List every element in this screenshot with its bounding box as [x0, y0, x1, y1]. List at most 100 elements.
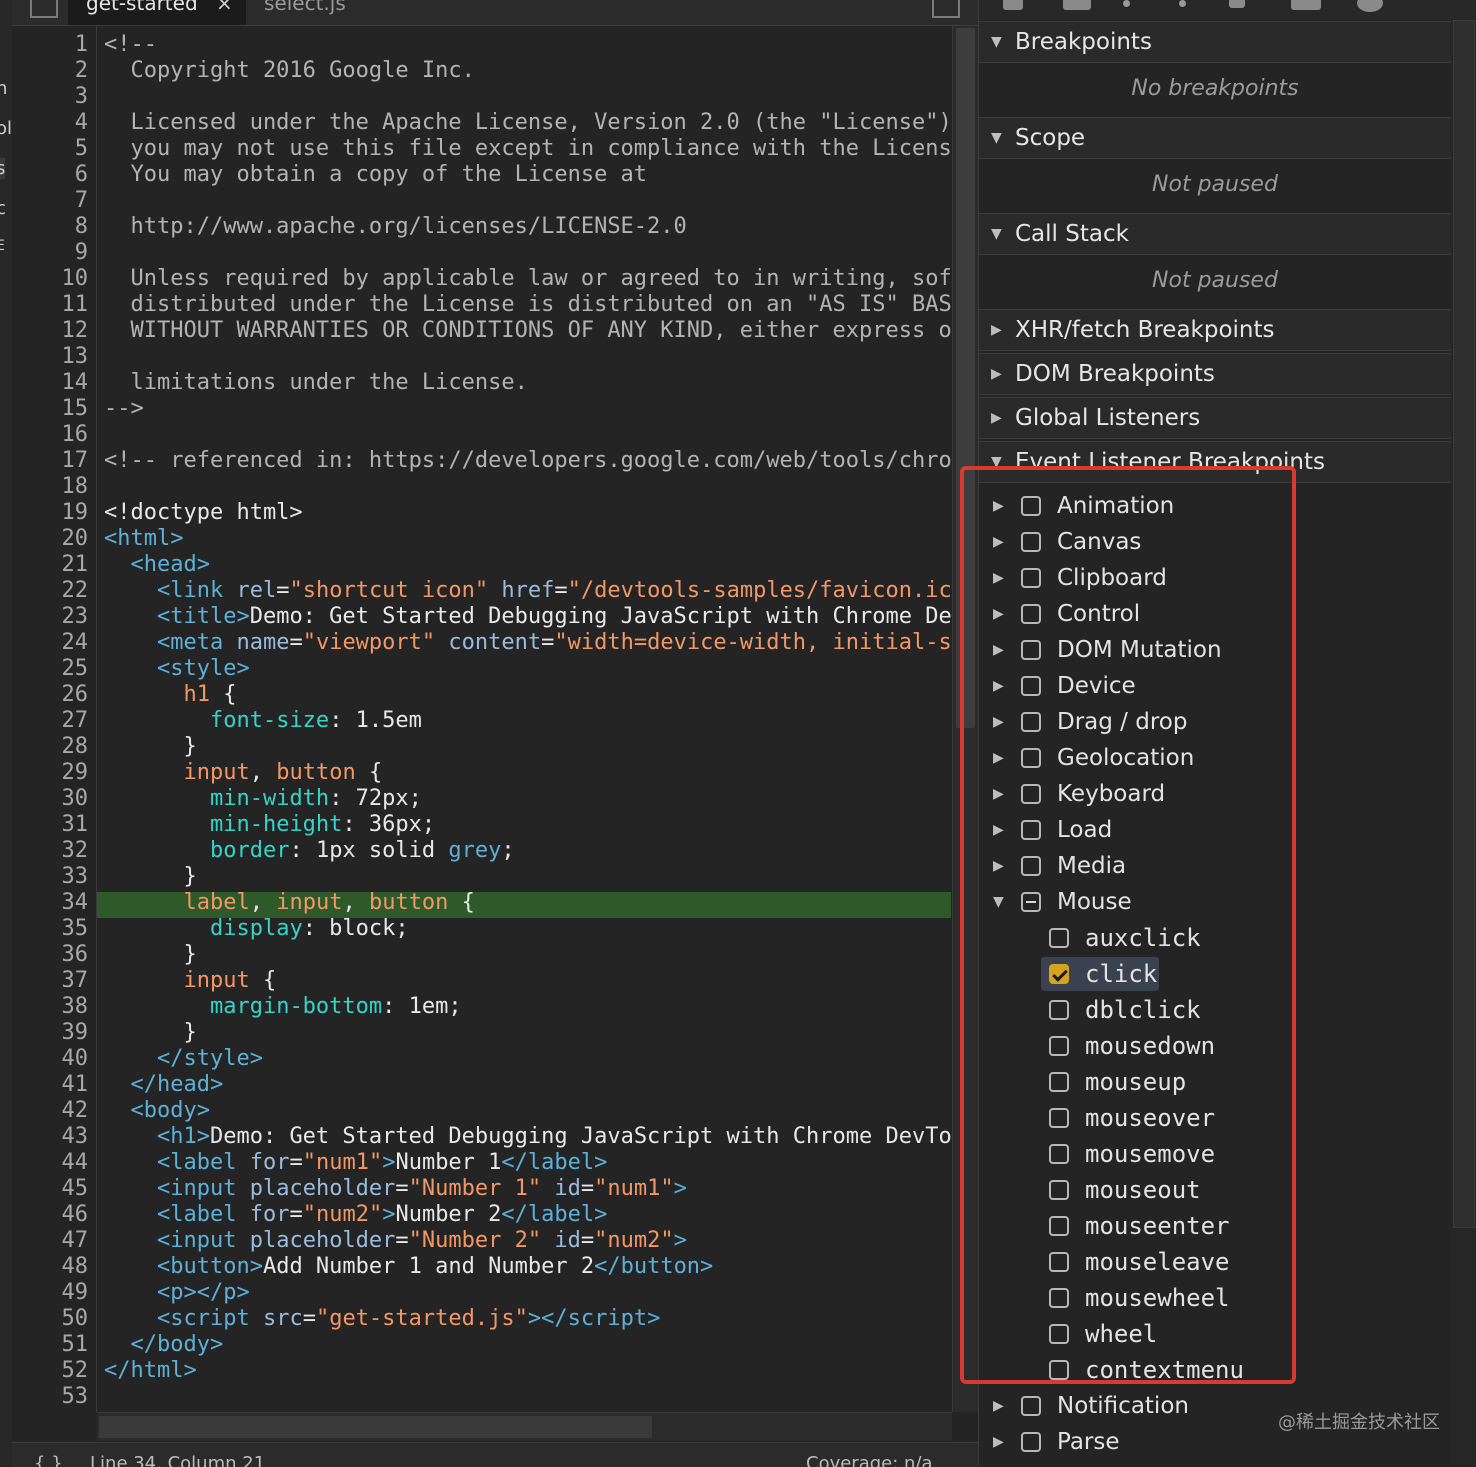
event-category-row[interactable]: ▶ Control: [979, 596, 1451, 632]
mouse-event-checkbox[interactable]: [1049, 1000, 1069, 1020]
line-number[interactable]: 50: [28, 1306, 89, 1332]
line-number[interactable]: 8: [28, 214, 88, 240]
event-category-row[interactable]: ▶ Geolocation: [979, 740, 1451, 776]
line-number[interactable]: 27: [28, 708, 89, 734]
chevron-right-icon[interactable]: ▶: [993, 776, 1004, 812]
chevron-right-icon[interactable]: ▶: [993, 740, 1004, 776]
line-number[interactable]: 11: [28, 292, 89, 318]
event-category-checkbox[interactable]: [1021, 640, 1041, 660]
event-category-row[interactable]: ▶ Clipboard: [979, 560, 1451, 596]
mouse-event-row[interactable]: mouseover: [979, 1100, 1451, 1136]
line-number[interactable]: 18: [28, 474, 89, 500]
chevron-right-icon[interactable]: ▶: [993, 812, 1004, 848]
step-icon[interactable]: [1229, 0, 1245, 8]
line-number[interactable]: 31: [28, 812, 89, 838]
event-category-checkbox[interactable]: [1021, 676, 1041, 696]
line-number[interactable]: 44: [28, 1150, 89, 1176]
section-call-stack[interactable]: ▼ Call Stack: [979, 213, 1451, 255]
event-category-checkbox[interactable]: [1021, 712, 1041, 732]
line-number[interactable]: 6: [28, 162, 88, 188]
mouse-event-checkbox[interactable]: [1049, 1288, 1069, 1308]
line-number[interactable]: 12: [28, 318, 89, 344]
line-number[interactable]: 9: [28, 240, 88, 266]
step-out-icon[interactable]: [1179, 0, 1186, 7]
line-number[interactable]: 13: [28, 344, 89, 370]
line-number[interactable]: 24: [28, 630, 89, 656]
line-number[interactable]: 21: [28, 552, 89, 578]
chevron-right-icon[interactable]: ▶: [993, 1388, 1004, 1424]
mouse-event-row[interactable]: mouseenter: [979, 1208, 1451, 1244]
event-category-checkbox[interactable]: [1021, 784, 1041, 804]
scrollbar-thumb[interactable]: [956, 28, 975, 728]
section-global-listeners[interactable]: ▶ Global Listeners: [979, 397, 1451, 439]
mouse-event-checkbox[interactable]: [1049, 1072, 1069, 1092]
event-category-checkbox[interactable]: [1021, 1432, 1041, 1452]
chevron-right-icon[interactable]: ▶: [993, 560, 1004, 596]
line-number[interactable]: 43: [28, 1124, 89, 1150]
event-category-row[interactable]: ▶ DOM Mutation: [979, 632, 1451, 668]
mouse-event-row[interactable]: contextmenu: [979, 1352, 1451, 1388]
chevron-right-icon[interactable]: ▶: [993, 632, 1004, 668]
line-number[interactable]: 14: [28, 370, 89, 396]
scrollbar-thumb[interactable]: [1453, 20, 1475, 1228]
chevron-right-icon[interactable]: ▶: [993, 596, 1004, 632]
event-category-checkbox[interactable]: [1021, 496, 1041, 516]
line-number[interactable]: 51: [28, 1332, 89, 1358]
toggle-debugger-icon[interactable]: [932, 0, 960, 18]
section-xhr-fetch-breakpoints[interactable]: ▶ XHR/fetch Breakpoints: [979, 309, 1451, 351]
line-number[interactable]: 35: [28, 916, 89, 942]
event-category-checkbox[interactable]: [1021, 568, 1041, 588]
event-category-row[interactable]: ▶ Media: [979, 848, 1451, 884]
mouse-event-checkbox[interactable]: [1049, 928, 1069, 948]
line-number[interactable]: 4: [28, 110, 88, 136]
line-number[interactable]: 52: [28, 1358, 89, 1384]
scrollbar-thumb[interactable]: [99, 1416, 652, 1438]
line-number[interactable]: 17: [28, 448, 89, 474]
mouse-event-row[interactable]: wheel: [979, 1316, 1451, 1352]
event-category-checkbox[interactable]: [1021, 892, 1041, 912]
line-number-gutter[interactable]: 1 2 3 4 5 6 7 8 9 10 11 12 13 14 15 16 17 18 19 20 21 22 23 24 2…: [12, 26, 97, 1412]
line-number[interactable]: 36: [28, 942, 89, 968]
line-number[interactable]: 30: [28, 786, 89, 812]
event-category-checkbox[interactable]: [1021, 748, 1041, 768]
line-number[interactable]: 25: [28, 656, 89, 682]
mouse-event-checkbox[interactable]: [1049, 1036, 1069, 1056]
line-number[interactable]: 2: [28, 58, 88, 84]
event-category-row[interactable]: ▶ Drag / drop: [979, 704, 1451, 740]
editor-vertical-scrollbar[interactable]: [952, 26, 979, 1412]
chevron-down-icon[interactable]: ▼: [993, 884, 1004, 920]
mouse-event-row[interactable]: auxclick: [979, 920, 1451, 956]
mouse-event-checkbox[interactable]: [1049, 1252, 1069, 1272]
section-scope[interactable]: ▼ Scope: [979, 117, 1451, 159]
mouse-event-checkbox[interactable]: [1049, 1144, 1069, 1164]
mouse-event-row[interactable]: mouseleave: [979, 1244, 1451, 1280]
mouse-event-checkbox[interactable]: [1049, 1108, 1069, 1128]
mouse-event-row[interactable]: mouseup: [979, 1064, 1451, 1100]
line-number[interactable]: 16: [28, 422, 89, 448]
chevron-right-icon[interactable]: ▶: [993, 704, 1004, 740]
line-number[interactable]: 42: [28, 1098, 89, 1124]
line-number[interactable]: 46: [28, 1202, 89, 1228]
line-number[interactable]: 19: [28, 500, 89, 526]
event-category-row[interactable]: ▶ Canvas: [979, 524, 1451, 560]
event-category-row[interactable]: ▶ Device: [979, 668, 1451, 704]
mouse-event-checkbox[interactable]: [1049, 1216, 1069, 1236]
section-breakpoints[interactable]: ▼ Breakpoints: [979, 21, 1451, 63]
section-dom-breakpoints[interactable]: ▶ DOM Breakpoints: [979, 353, 1451, 395]
line-number[interactable]: 1: [28, 32, 88, 58]
mouse-event-row[interactable]: click: [979, 956, 1451, 992]
step-over-icon[interactable]: [1063, 0, 1091, 10]
section-event-listener-breakpoints[interactable]: ▼ Event Listener Breakpoints: [979, 441, 1451, 483]
line-number[interactable]: 20: [28, 526, 89, 552]
event-category-row[interactable]: ▶ Keyboard: [979, 776, 1451, 812]
pretty-print-button[interactable]: { }: [34, 1453, 63, 1467]
close-icon[interactable]: ×: [216, 0, 233, 14]
mouse-event-row[interactable]: mouseout: [979, 1172, 1451, 1208]
event-category-row[interactable]: ▼ Mouse: [979, 884, 1451, 920]
event-category-checkbox[interactable]: [1021, 1396, 1041, 1416]
line-number[interactable]: 32: [28, 838, 89, 864]
line-number[interactable]: 22: [28, 578, 89, 604]
line-number[interactable]: 49: [28, 1280, 89, 1306]
chevron-right-icon[interactable]: ▶: [993, 488, 1004, 524]
chevron-right-icon[interactable]: ▶: [993, 848, 1004, 884]
